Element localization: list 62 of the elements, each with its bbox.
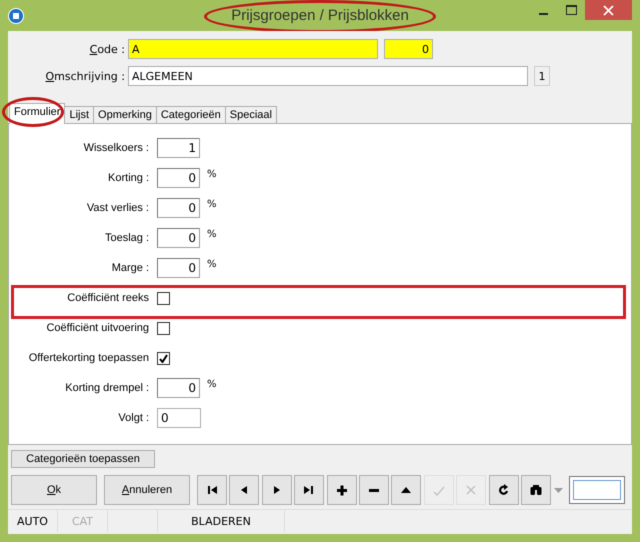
checkbox[interactable] <box>157 292 170 304</box>
field-label: Volgt : <box>117 412 150 424</box>
close-icon <box>603 4 614 16</box>
tab[interactable]: Formulier <box>9 103 66 124</box>
unit-label: % <box>207 199 217 210</box>
unit-label: % <box>207 169 217 180</box>
toolbar-button[interactable] <box>197 475 227 505</box>
first-record-icon <box>206 484 218 496</box>
description-field[interactable]: ALGEMEEN <box>128 66 528 86</box>
toolbar-button[interactable] <box>391 475 422 505</box>
number-field[interactable]: 1 <box>157 138 200 158</box>
tab[interactable]: Speciaal <box>224 106 277 124</box>
field-label: Coëfficiënt reeks <box>66 292 150 304</box>
field-label: Korting : <box>107 172 150 184</box>
toolbar-button[interactable] <box>294 475 324 505</box>
toolbar-button[interactable] <box>358 475 389 505</box>
field-label: Omschrijving : <box>44 70 126 82</box>
field-label: Code : <box>88 42 126 56</box>
text-field[interactable]: 0 <box>157 408 201 428</box>
plus-icon <box>336 484 348 496</box>
field-label: Toeslag : <box>104 232 150 244</box>
field-label: Korting drempel : <box>64 382 150 394</box>
number-field[interactable]: 0 <box>157 168 200 188</box>
last-record-icon <box>303 484 316 496</box>
toolbar-button[interactable] <box>520 475 551 505</box>
code-field[interactable]: A <box>128 39 378 59</box>
toolbar-button[interactable] <box>326 475 357 505</box>
field-label: Marge : <box>110 262 150 274</box>
maximize-icon <box>566 5 576 15</box>
dialog-button[interactable]: Ok <box>11 475 97 505</box>
status-text: CAT <box>72 514 94 528</box>
field-label: Offertekorting toepassen <box>28 352 150 364</box>
minimize-icon <box>538 13 548 15</box>
count-badge: 1 <box>534 66 550 86</box>
field-label: Vast verlies : <box>86 202 150 214</box>
toolbar-button[interactable] <box>262 475 292 505</box>
unit-label: % <box>207 259 217 270</box>
checkbox[interactable] <box>157 352 170 364</box>
toolbar-button[interactable] <box>229 475 260 505</box>
field-label: Wisselkoers : <box>82 142 150 154</box>
number-field[interactable]: 0 <box>157 228 200 248</box>
number-field[interactable]: 0 <box>157 378 200 398</box>
field-label: Coëfficiënt uitvoering <box>45 322 150 334</box>
toolbar-button[interactable] <box>488 475 519 505</box>
apply-categories-button[interactable]: Categorieën toepassen <box>11 450 155 468</box>
number-field[interactable]: 0 <box>157 198 200 218</box>
window-title: Prijsgroepen / Prijsblokken <box>230 7 410 24</box>
search-field[interactable] <box>569 476 626 504</box>
check-icon <box>432 484 445 496</box>
checkbox[interactable] <box>157 322 170 334</box>
unit-label: % <box>207 229 217 240</box>
unit-label: % <box>207 379 217 390</box>
status-text: BLADEREN <box>191 514 251 528</box>
close-button[interactable] <box>585 0 632 20</box>
binoculars-icon <box>530 484 542 496</box>
dialog-button[interactable]: Annuleren <box>104 475 190 505</box>
number-field[interactable]: 0 <box>157 258 200 278</box>
number-field[interactable]: 0 <box>384 39 433 59</box>
status-text: AUTO <box>17 514 48 528</box>
cross-icon <box>465 484 478 496</box>
refresh-icon <box>498 484 510 496</box>
app-icon <box>8 8 24 24</box>
